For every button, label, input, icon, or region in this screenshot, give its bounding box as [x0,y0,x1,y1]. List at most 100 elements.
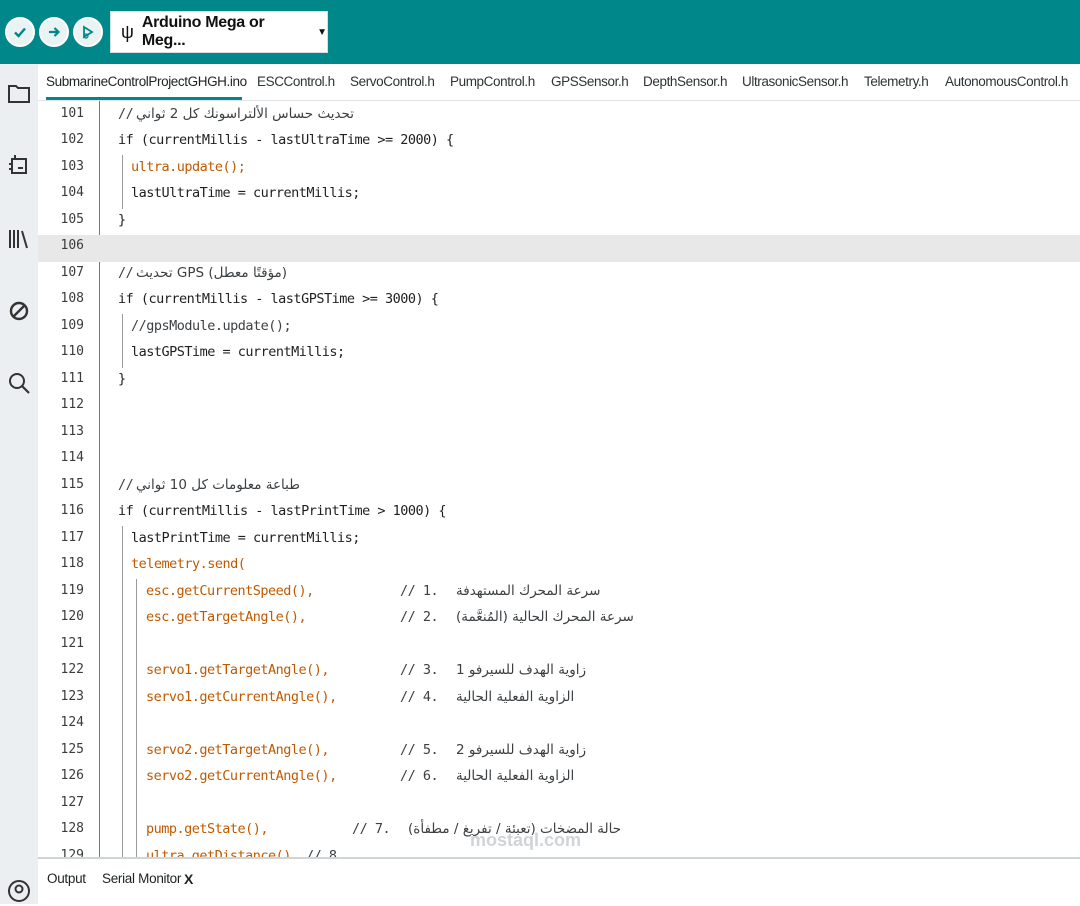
code-line: 102 if (currentMillis - lastUltraTime >=… [38,129,1080,156]
code-line: 116 if (currentMillis - lastPrintTime > … [38,500,1080,527]
line-number: 127 [60,795,84,810]
code-text: lastGPSTime = currentMillis; [131,344,345,360]
indent-guide [122,526,123,857]
code-line: 111 } [38,368,1080,395]
code-line: 125 servo2.getTargetAngle(), // 5. زاوية… [38,739,1080,766]
account-icon [8,880,30,902]
tab-servo-control[interactable]: ServoControl.h [350,64,435,100]
account-button[interactable] [4,876,34,906]
line-number: 112 [60,397,84,412]
usb-icon: ψ [121,21,134,42]
line-number: 118 [60,556,84,571]
code-line: 101 // تحديث حساس الألتراسونك كل 2 ثواني [38,103,1080,130]
debug-button[interactable] [73,17,103,47]
tab-autonomous-control[interactable]: AutonomousControl.h [945,64,1068,100]
line-number: 107 [60,265,84,280]
comment-text: تحديث GPS (مؤقتًا معطل) [136,265,288,281]
debug-icon [83,25,94,39]
line-number: 120 [60,609,84,624]
boards-manager-button[interactable] [4,150,34,180]
line-number: 108 [60,291,84,306]
upload-button[interactable] [39,17,69,47]
code-text: telemetry.send( [131,556,246,572]
code-text: pump.getState(), [146,821,269,837]
code-line: 118 telemetry.send( [38,553,1080,580]
library-manager-button[interactable] [4,224,34,254]
line-number: 116 [60,503,84,518]
code-editor[interactable]: 101 // تحديث حساس الألتراسونك كل 2 ثواني… [38,101,1080,857]
line-number: 106 [60,238,84,253]
tab-ultrasonic-sensor[interactable]: UltrasonicSensor.h [742,64,849,100]
line-number: 114 [60,450,84,465]
line-number: 111 [60,371,84,386]
close-icon[interactable]: X [184,871,193,887]
code-text: ultra.update(); [131,159,246,175]
tab-serial-monitor[interactable]: Serial Monitor [102,871,181,886]
search-icon [9,373,30,394]
indent-guide [122,314,123,368]
indent-guide [136,579,137,857]
comment-text: زاوية الهدف للسيرفو 2 [456,742,586,758]
comment-text: زاوية الهدف للسيرفو 1 [456,662,586,678]
tab-output[interactable]: Output [47,871,86,886]
toolbar: ψ Arduino Mega or Meg... ▼ [0,0,1080,64]
code-text: esc.getCurrentSpeed(), [146,583,314,599]
line-number: 110 [60,344,84,359]
tab-telemetry[interactable]: Telemetry.h [864,64,929,100]
code-text: servo2.getTargetAngle(), [146,742,330,758]
debugger-button[interactable] [4,296,34,326]
line-number: 104 [60,185,84,200]
line-number: 124 [60,715,84,730]
comment-text: سرعة المحرك الحالية (المُنعَّمة) [456,609,634,625]
line-number: 102 [60,132,84,147]
code-line: 119 esc.getCurrentSpeed(), // 1. سرعة ال… [38,580,1080,607]
tab-main-sketch[interactable]: SubmarineControlProjectGHGH.ino [46,64,247,100]
comment: // 8. [306,848,345,857]
code-text: if (currentMillis - lastUltraTime >= 200… [118,132,454,148]
comment: // 3. [400,662,439,678]
code-text: esc.getTargetAngle(), [146,609,307,625]
indent-guide [122,155,123,209]
verify-button[interactable] [5,17,35,47]
code-text: if (currentMillis - lastGPSTime >= 3000)… [118,291,439,307]
code-text: } [118,371,126,387]
comment-text: تحديث حساس الألتراسونك كل 2 ثواني [136,106,355,122]
sidebar [0,64,38,904]
code-text: //gpsModule.update(); [131,318,292,334]
code-line: 109 //gpsModule.update(); [38,315,1080,342]
line-number: 128 [60,821,84,836]
sketchbook-button[interactable] [4,78,34,108]
code-text: ultra.getDistance(), [146,848,299,857]
search-button[interactable] [4,368,34,398]
line-number: 109 [60,318,84,333]
tab-esc-control[interactable]: ESCControl.h [257,64,335,100]
line-number: 117 [60,530,84,545]
line-number: 113 [60,424,84,439]
line-number: 103 [60,159,84,174]
arrow-right-icon [49,27,61,37]
tab-pump-control[interactable]: PumpControl.h [450,64,535,100]
comment: // 2. [400,609,439,625]
code-line: 120 esc.getTargetAngle(), // 2. سرعة الم… [38,606,1080,633]
library-icon [9,230,28,249]
code-line: 103 ultra.update(); [38,156,1080,183]
tab-depth-sensor[interactable]: DepthSensor.h [643,64,728,100]
board-selector[interactable]: ψ Arduino Mega or Meg... ▼ [110,11,328,53]
code-text: lastPrintTime = currentMillis; [131,530,360,546]
code-text: lastUltraTime = currentMillis; [131,185,360,201]
comment-text: سرعة المحرك المستهدفة [456,583,601,599]
code-text: if (currentMillis - lastPrintTime > 1000… [118,503,447,519]
comment: // 1. [400,583,439,599]
comment: // 4. [400,689,439,705]
comment-text: طباعة معلومات كل 10 ثواني [136,477,300,493]
code-line: 110 lastGPSTime = currentMillis; [38,341,1080,368]
code-line: 127 [38,792,1080,819]
code-line: 108 if (currentMillis - lastGPSTime >= 3… [38,288,1080,315]
bottom-panel: Output Serial Monitor X [38,857,1080,906]
code-line: 113 [38,421,1080,448]
comment: // 6. [400,768,439,784]
board-name: Arduino Mega or Meg... [141,14,265,49]
tab-gps-sensor[interactable]: GPSSensor.h [551,64,629,100]
line-number: 105 [60,212,84,227]
code-text: } [118,212,126,228]
